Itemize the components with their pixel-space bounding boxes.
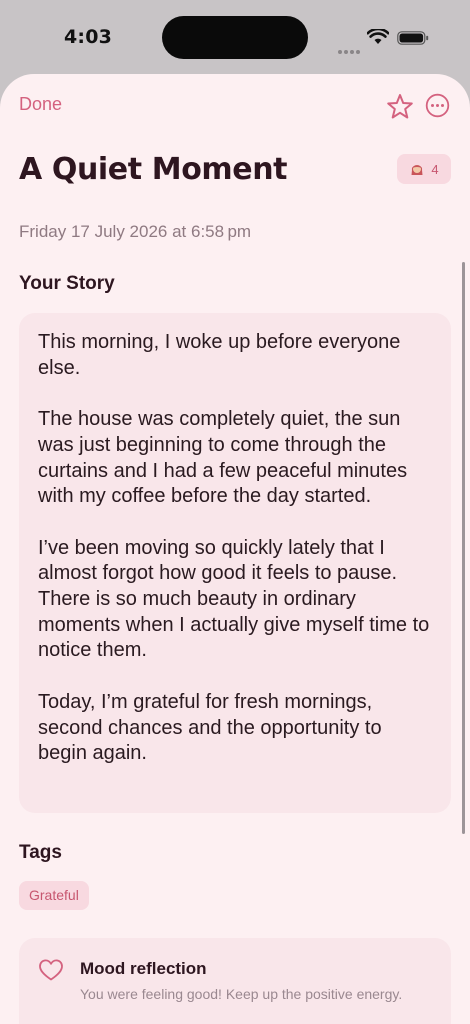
cellular-signal-icon: [338, 39, 362, 58]
story-card[interactable]: This morning, I woke up before everyone …: [19, 313, 451, 813]
star-icon[interactable]: [386, 93, 414, 120]
battery-icon: [397, 31, 429, 45]
done-button[interactable]: Done: [19, 94, 62, 115]
story-section-label: Your Story: [19, 273, 115, 294]
mood-title: Mood reflection: [80, 959, 207, 978]
status-time: 4:03: [64, 26, 113, 48]
wifi-icon: [367, 29, 389, 44]
tag-chip-grateful[interactable]: Grateful: [19, 881, 89, 910]
tags-section-label: Tags: [19, 842, 62, 863]
reaction-badge[interactable]: 4: [397, 154, 451, 184]
mood-reflection-card: Mood reflection You were feeling good! K…: [19, 938, 451, 1024]
mood-description: You were feeling good! Keep up the posit…: [80, 986, 403, 1002]
heart-icon: [39, 959, 63, 981]
entry-date: Friday 17 July 2026 at 6:58 pm: [19, 222, 252, 241]
badge-count: 4: [431, 161, 439, 177]
ellipsis-circle-icon[interactable]: [425, 93, 450, 118]
dynamic-island: [162, 16, 308, 59]
entry-title: A Quiet Moment: [19, 152, 288, 187]
scrollbar[interactable]: [462, 262, 465, 834]
person-emoji-icon: [411, 165, 423, 175]
entry-sheet: Done A Quiet Moment 4 Friday 17 July 202…: [0, 74, 470, 1024]
status-bar: 4:03: [0, 0, 470, 74]
story-text: This morning, I woke up before everyone …: [38, 331, 430, 765]
